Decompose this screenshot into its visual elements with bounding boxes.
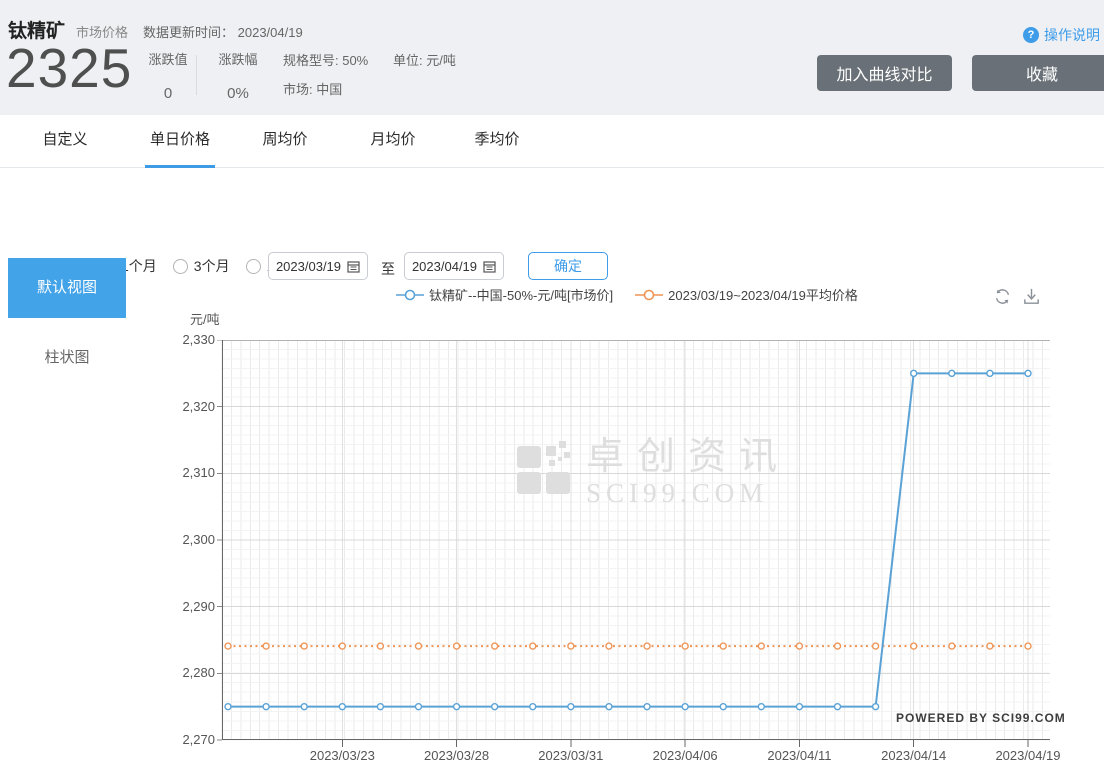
update-time-value: 2023/04/19: [237, 25, 303, 40]
header: 钛精矿 市场价格 数据更新时间： 2023/04/19 2325 涨跌值 0 涨…: [0, 0, 1104, 115]
x-tick-label: 2023/03/28: [424, 748, 490, 763]
tab-quarterly-avg[interactable]: 季均价: [449, 115, 545, 168]
sidebar-item-bar-chart[interactable]: 柱状图: [8, 340, 126, 376]
question-icon[interactable]: ?: [1023, 27, 1039, 43]
help-link-label[interactable]: 操作说明: [1044, 25, 1100, 45]
change-pct: 0%: [227, 85, 249, 102]
radio-dot[interactable]: [172, 258, 188, 274]
market-label: 市场: 中国: [283, 82, 343, 97]
price-chart-svg[interactable]: [216, 340, 1050, 752]
line-marker-icon: [396, 289, 424, 300]
end-date-input[interactable]: 2023/04/19: [404, 252, 504, 280]
tabbar: 自定义 单日价格 周均价 月均价 季均价: [0, 115, 1104, 168]
x-tick-label: 2023/04/06: [652, 748, 718, 763]
download-icon[interactable]: [1022, 287, 1041, 306]
chart-tools: [993, 287, 1041, 306]
add-compare-button[interactable]: 加入曲线对比: [817, 55, 952, 91]
spec-label: 规格型号: 50%: [283, 53, 369, 68]
current-price: 2325: [6, 37, 133, 99]
filter-row: 时间周期 1个月 3个月 1年 2023/03/19: [0, 168, 1104, 280]
x-tick-label: 2023/04/14: [881, 748, 947, 763]
sidebar-item-default-view[interactable]: 默认视图: [8, 258, 126, 318]
y-tick-label: 2,270: [182, 732, 215, 747]
legend-item-price-series[interactable]: 钛精矿--中国-50%-元/吨[市场价]: [396, 285, 613, 304]
x-tick-label: 2023/03/31: [538, 748, 604, 763]
y-tick-label: 2,300: [182, 532, 215, 547]
tab-custom[interactable]: 自定义: [17, 115, 113, 168]
screen: 钛精矿 市场价格 数据更新时间： 2023/04/19 2325 涨跌值 0 涨…: [0, 0, 1104, 771]
chart-legend: 钛精矿--中国-50%-元/吨[市场价] 2023/03/19~2023/04/…: [396, 285, 858, 304]
change-value-label: 涨跌值: [148, 52, 188, 67]
change-value: 0: [163, 85, 173, 102]
confirm-button[interactable]: 确定: [528, 252, 608, 280]
y-tick-label: 2,290: [182, 598, 215, 614]
update-time: 数据更新时间： 2023/04/19: [143, 22, 303, 41]
refresh-icon[interactable]: [993, 287, 1012, 306]
y-tick-label: 2,320: [182, 398, 215, 414]
y-tick-label: 2,280: [182, 665, 215, 681]
x-tick-label: 2023/03/23: [309, 748, 375, 763]
y-axis-unit: 元/吨: [190, 312, 220, 327]
tab-monthly-avg[interactable]: 月均价: [345, 115, 441, 168]
calendar-icon: [483, 260, 496, 273]
radio-dot[interactable]: [245, 258, 261, 274]
y-tick-label: 2,330: [182, 332, 215, 347]
update-time-label: 数据更新时间：: [143, 25, 235, 40]
tab-weekly-avg[interactable]: 周均价: [237, 115, 333, 168]
main-card: 自定义 单日价格 周均价 月均价 季均价 时间周期 1个月 3个月 1年: [0, 115, 1104, 771]
start-date-value: 2023/03/19: [275, 258, 342, 274]
period-radio-group: 1个月 3个月 1年: [100, 256, 288, 276]
change-pct-label: 涨跌幅: [218, 52, 258, 67]
calendar-icon: [347, 260, 360, 273]
y-tick-label: 2,310: [182, 465, 215, 481]
radio-3month[interactable]: 3个月: [172, 256, 230, 276]
x-tick-label: 2023/04/11: [767, 748, 832, 763]
change-value-block: 涨跌值 0: [138, 49, 198, 102]
end-date-value: 2023/04/19: [411, 258, 478, 274]
legend-item-average-series[interactable]: 2023/03/19~2023/04/19平均价格: [635, 285, 858, 304]
help-link[interactable]: ? 操作说明: [1023, 25, 1100, 45]
line-marker-icon: [635, 289, 664, 300]
start-date-input[interactable]: 2023/03/19: [268, 252, 368, 280]
to-label: 至: [381, 261, 395, 277]
change-pct-block: 涨跌幅 0%: [208, 49, 268, 102]
x-tick-label: 2023/04/19: [995, 748, 1061, 763]
tab-daily-price[interactable]: 单日价格: [132, 115, 228, 168]
unit-label: 单位: 元/吨: [393, 53, 456, 68]
divider: [196, 55, 197, 95]
favorite-button[interactable]: 收藏: [972, 55, 1104, 91]
